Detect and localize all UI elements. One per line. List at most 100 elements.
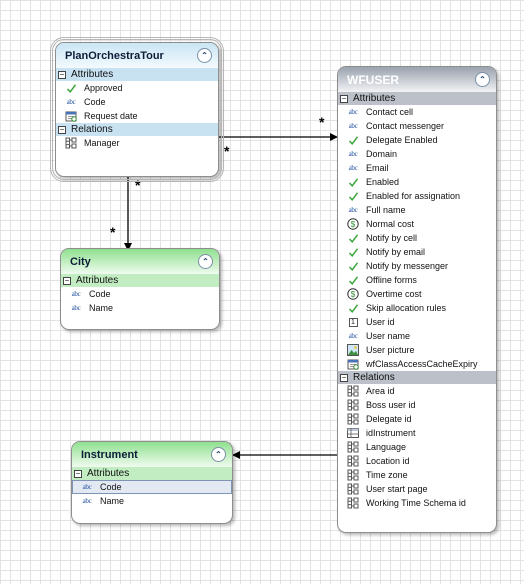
field-row[interactable]: idInstrument	[338, 426, 496, 440]
field-label: Email	[366, 163, 389, 173]
field-row[interactable]: $ Normal cost	[338, 217, 496, 231]
field-row[interactable]: Offline forms	[338, 273, 496, 287]
field-label: Code	[84, 97, 106, 107]
field-row[interactable]: Enabled for assignation	[338, 189, 496, 203]
field-label: Notify by messenger	[366, 261, 449, 271]
field-label: User start page	[366, 484, 428, 494]
diagram-canvas[interactable]: * * * * PlanOrchestraTour ⌃ − Attributes…	[0, 0, 524, 584]
section-relations[interactable]: − Relations	[338, 371, 496, 384]
text-type-icon: abc	[348, 206, 358, 214]
field-row[interactable]: abc Email	[338, 161, 496, 175]
minus-icon[interactable]: −	[74, 469, 82, 478]
field-label: Approved	[84, 83, 123, 93]
currency-icon: $	[347, 288, 359, 300]
field-row[interactable]: Approved	[56, 81, 218, 95]
attribute-list: abc Code abc Name	[61, 287, 219, 315]
number-icon: 1	[347, 316, 359, 328]
entity-city[interactable]: City ⌃ − Attributes abc Code abc Name	[60, 248, 220, 330]
field-row[interactable]: Request date	[56, 109, 218, 123]
minus-icon[interactable]: −	[340, 373, 348, 382]
field-row[interactable]: Area id	[338, 384, 496, 398]
field-row[interactable]: 1 User id	[338, 315, 496, 329]
minus-icon[interactable]: −	[340, 94, 348, 103]
field-row[interactable]: User picture	[338, 343, 496, 357]
field-row[interactable]: abc Full name	[338, 203, 496, 217]
section-attributes[interactable]: − Attributes	[61, 274, 219, 287]
field-label: wfClassAccessCacheExpiry	[366, 359, 478, 369]
field-row[interactable]: abc Contact messenger	[338, 119, 496, 133]
field-row[interactable]: Notify by messenger	[338, 259, 496, 273]
field-row[interactable]: Enabled	[338, 175, 496, 189]
field-row[interactable]: abc Code	[72, 480, 232, 494]
field-row[interactable]: abc Contact cell	[338, 105, 496, 119]
relation-icon	[347, 469, 359, 481]
entity-header[interactable]: WFUSER ⌃	[338, 67, 496, 92]
field-label: Request date	[84, 111, 138, 121]
entity-plan-orchestra-tour[interactable]: PlanOrchestraTour ⌃ − Attributes Approve…	[50, 37, 224, 182]
check-icon	[347, 190, 359, 202]
field-label: Overtime cost	[366, 289, 422, 299]
field-row[interactable]: Boss user id	[338, 398, 496, 412]
attribute-list: abc Code abc Name	[72, 480, 232, 508]
field-row[interactable]: Delegate Enabled	[338, 133, 496, 147]
entity-title: City	[70, 255, 91, 268]
field-row[interactable]: Location id	[338, 454, 496, 468]
field-row[interactable]: Language	[338, 440, 496, 454]
field-row[interactable]: abc Code	[61, 287, 219, 301]
multiplicity-plan-city-top: *	[135, 177, 141, 193]
check-icon	[347, 232, 359, 244]
field-row[interactable]: Skip allocation rules	[338, 301, 496, 315]
field-label: Name	[89, 303, 114, 313]
section-attributes[interactable]: − Attributes	[56, 68, 218, 81]
field-row[interactable]: Manager	[56, 136, 218, 150]
entity-title: Instrument	[81, 448, 138, 461]
section-label: Relations	[71, 124, 113, 135]
field-row[interactable]: abc Code	[56, 95, 218, 109]
entity-wfuser[interactable]: WFUSER ⌃ − Attributes abc Contact cell abc…	[337, 66, 497, 533]
section-label: Attributes	[87, 468, 130, 479]
minus-icon[interactable]: −	[58, 70, 66, 79]
field-row[interactable]: $ Overtime cost	[338, 287, 496, 301]
field-row[interactable]: Delegate id	[338, 412, 496, 426]
field-row[interactable]: User start page	[338, 482, 496, 496]
relation-icon	[65, 137, 77, 149]
field-row[interactable]: abc User name	[338, 329, 496, 343]
entity-instrument[interactable]: Instrument ⌃ − Attributes abc Code abc Name	[71, 441, 233, 524]
field-row[interactable]: abc Name	[61, 301, 219, 315]
relation-icon	[347, 385, 359, 397]
field-row[interactable]: Time zone	[338, 468, 496, 482]
entity-title: PlanOrchestraTour	[65, 49, 164, 62]
section-attributes[interactable]: − Attributes	[72, 467, 232, 480]
collapse-icon[interactable]: ⌃	[197, 48, 212, 63]
section-relations[interactable]: − Relations	[56, 123, 218, 136]
multiplicity-plan-end: *	[224, 143, 230, 159]
collapse-icon[interactable]: ⌃	[475, 72, 490, 87]
entity-header[interactable]: PlanOrchestraTour ⌃	[56, 43, 218, 68]
field-row[interactable]: wfClassAccessCacheExpiry	[338, 357, 496, 371]
check-icon	[347, 260, 359, 272]
field-row[interactable]: abc Name	[72, 494, 232, 508]
check-icon	[65, 82, 77, 94]
field-label: User id	[366, 317, 395, 327]
collapse-icon[interactable]: ⌃	[198, 254, 213, 269]
field-row[interactable]: abc Domain	[338, 147, 496, 161]
check-icon	[347, 274, 359, 286]
svg-text:$: $	[351, 290, 356, 299]
field-row[interactable]: Notify by cell	[338, 231, 496, 245]
field-row[interactable]: Notify by email	[338, 245, 496, 259]
relation-list: Area id Boss user id Delegate id idInstrume…	[338, 384, 496, 510]
entity-header[interactable]: Instrument ⌃	[72, 442, 232, 467]
field-label: Contact messenger	[366, 121, 445, 131]
field-row[interactable]: Working Time Schema id	[338, 496, 496, 510]
section-label: Attributes	[353, 93, 396, 104]
entity-header[interactable]: City ⌃	[61, 249, 219, 274]
field-label: Normal cost	[366, 219, 415, 229]
section-attributes[interactable]: − Attributes	[338, 92, 496, 105]
collapse-icon[interactable]: ⌃	[211, 447, 226, 462]
minus-icon[interactable]: −	[63, 276, 71, 285]
field-label: User picture	[366, 345, 415, 355]
relation-icon	[347, 483, 359, 495]
field-label: Time zone	[366, 470, 408, 480]
minus-icon[interactable]: −	[58, 125, 66, 134]
relation-icon	[347, 497, 359, 509]
